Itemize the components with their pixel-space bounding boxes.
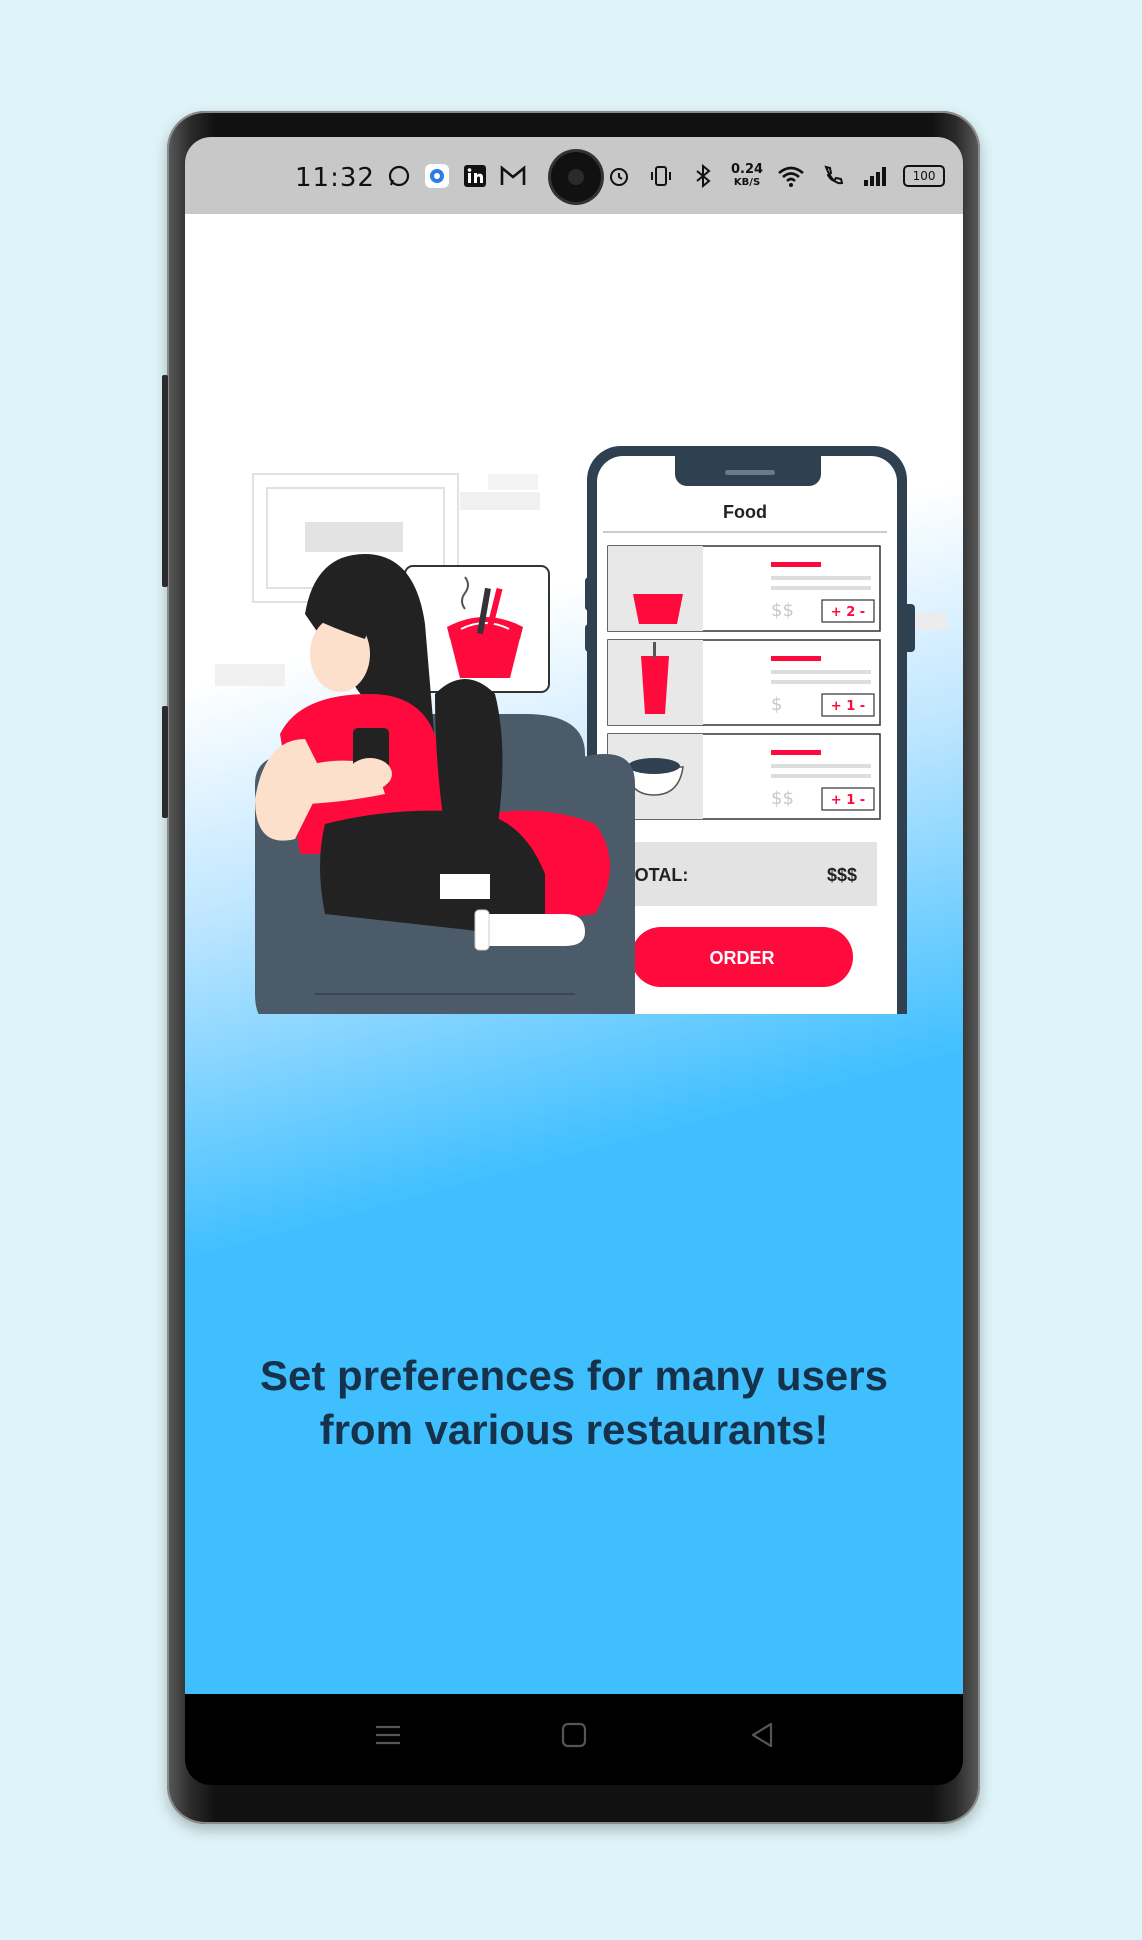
svg-text:$: $ <box>771 694 782 715</box>
item-row-1: $$ + 2 - <box>607 545 881 632</box>
navigation-bar <box>185 1694 963 1785</box>
svg-text:$$: $$ <box>771 788 794 809</box>
signal-icon <box>861 162 889 190</box>
illustration-total-value: $$$ <box>827 865 857 885</box>
status-bar: 11:32 0.24 KB/S 100 <box>185 137 963 214</box>
battery-indicator: 100 <box>903 165 946 187</box>
back-icon[interactable] <box>747 1720 777 1758</box>
svg-text:+ 1 -: + 1 - <box>831 793 865 808</box>
vibrate-icon <box>647 162 675 190</box>
illustration-food-title: Food <box>723 502 767 522</box>
status-time: 11:32 <box>295 163 375 193</box>
call-icon <box>819 162 847 190</box>
svg-text:+ 1 -: + 1 - <box>831 699 865 714</box>
svg-text:+ 2 -: + 2 - <box>831 605 865 620</box>
power-button <box>162 706 168 818</box>
home-icon[interactable] <box>559 1720 589 1758</box>
wifi-icon <box>777 162 805 190</box>
food-ordering-illustration: Food $$ + 2 - $ + 1 - $$ + 1 - TOTAL: $$… <box>215 446 947 1014</box>
svg-text:$$: $$ <box>771 600 794 621</box>
item-row-3: $$ + 1 - <box>607 733 881 820</box>
headline-line-2: from various restaurants! <box>319 1406 829 1453</box>
front-camera <box>551 152 601 202</box>
device-screen: 11:32 0.24 KB/S 100 Food $$ + 2 - $ + 1 … <box>185 137 963 1785</box>
headline-line-1: Set preferences for many users <box>260 1352 888 1399</box>
network-speed: 0.24 KB/S <box>731 162 764 188</box>
menu-icon[interactable] <box>373 1720 403 1758</box>
item-row-2: $ + 1 - <box>607 639 881 726</box>
gmail-icon <box>499 162 527 190</box>
alarm-icon <box>605 162 633 190</box>
whatsapp-icon <box>385 162 413 190</box>
browser-icon <box>423 162 451 190</box>
illustration-order-button: ORDER <box>709 948 774 968</box>
bluetooth-icon <box>689 162 717 190</box>
volume-button <box>162 375 168 587</box>
linkedin-icon <box>461 162 489 190</box>
onboarding-headline: Set preferences for many users from vari… <box>185 1349 963 1457</box>
onboarding-page[interactable]: Food $$ + 2 - $ + 1 - $$ + 1 - TOTAL: $$… <box>185 214 963 1726</box>
